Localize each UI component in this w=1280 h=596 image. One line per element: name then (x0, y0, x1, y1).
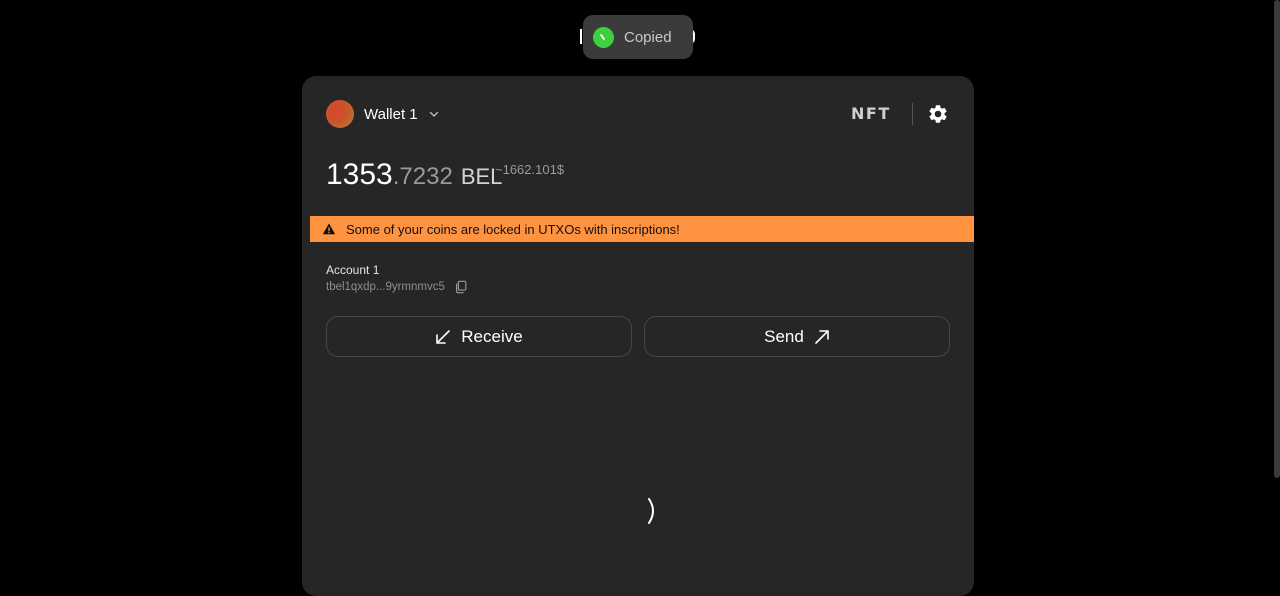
wallet-name: Wallet 1 (364, 105, 418, 123)
gear-icon[interactable] (927, 103, 949, 125)
receive-button[interactable]: Receive (326, 316, 632, 357)
loading-spinner-icon (648, 498, 654, 524)
page-scrollbar[interactable] (1274, 0, 1280, 478)
chevron-down-icon (429, 111, 438, 117)
address-row: tbel1qxdp...9yrmnmvc5 (326, 280, 468, 294)
balance-integer: 1353 (326, 158, 393, 191)
balance-usd: ~1662.101$ (495, 162, 565, 177)
header-divider (912, 103, 913, 125)
send-label: Send (764, 326, 804, 346)
wallet-selector[interactable]: Wallet 1 (326, 100, 440, 128)
warning-triangle-icon (322, 223, 336, 235)
send-button[interactable]: Send (644, 316, 950, 357)
arrow-down-left-icon (436, 329, 451, 344)
background-text-fragment (580, 29, 582, 44)
nft-link[interactable]: NFT (851, 104, 891, 123)
copied-toast: Copied (583, 15, 693, 59)
success-check-icon (593, 26, 614, 48)
wallet-avatar (326, 100, 354, 128)
balance-decimal: .7232 (392, 163, 453, 190)
balance-display: 1353 .7232 BEL (326, 158, 502, 192)
copy-icon[interactable] (454, 280, 468, 294)
account-name: Account 1 (326, 263, 380, 277)
receive-label: Receive (461, 326, 523, 346)
wallet-card: Wallet 1 NFT 1353 .7232 BEL ~1662.101$ S… (302, 76, 974, 596)
toast-message: Copied (624, 28, 672, 46)
arrow-up-right-icon (815, 329, 829, 344)
warning-text: Some of your coins are locked in UTXOs w… (346, 221, 680, 237)
account-address: tbel1qxdp...9yrmnmvc5 (326, 281, 445, 293)
inscriptions-warning-banner: Some of your coins are locked in UTXOs w… (310, 216, 974, 242)
